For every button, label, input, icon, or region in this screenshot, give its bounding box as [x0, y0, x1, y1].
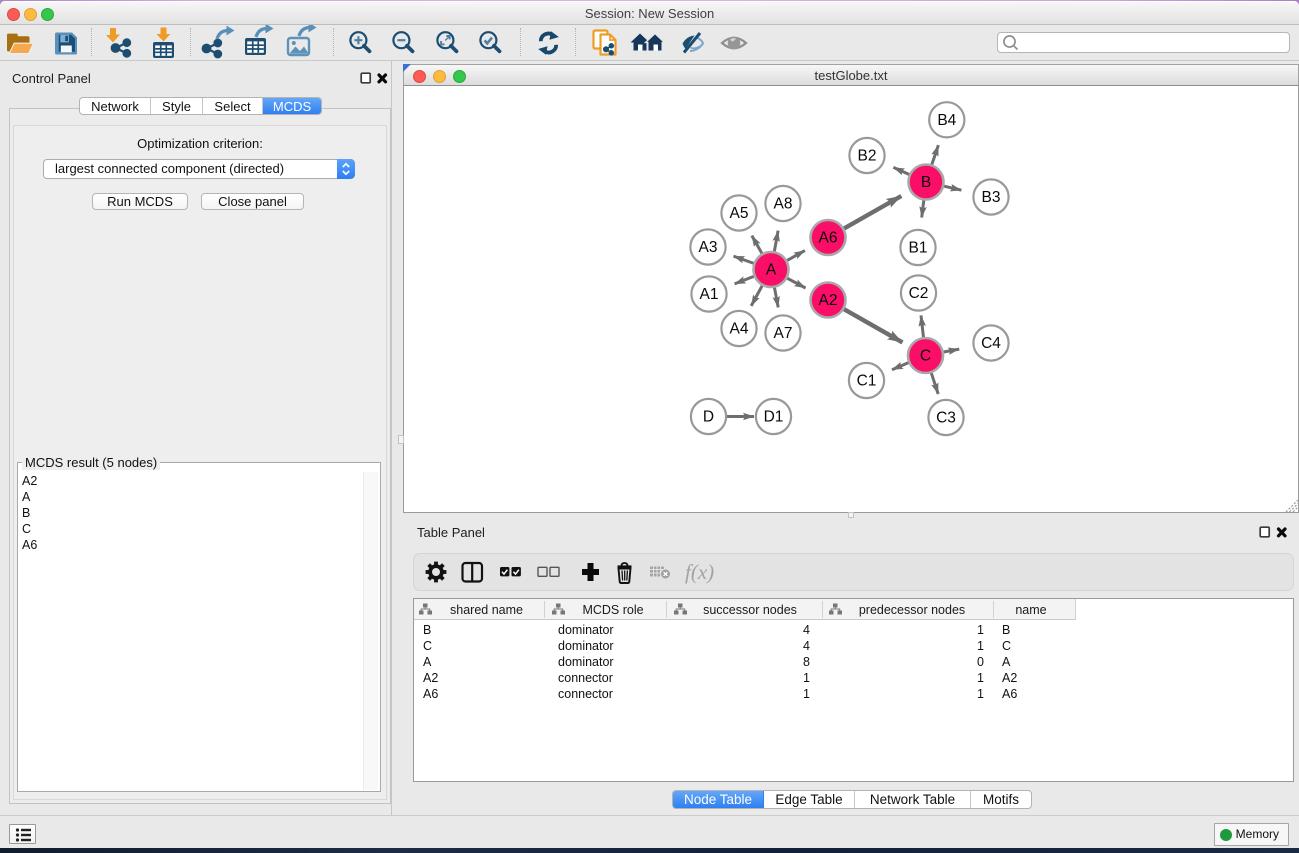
svg-text:A1: A1 [700, 286, 719, 303]
svg-text:B2: B2 [858, 148, 877, 165]
svg-text:A4: A4 [730, 321, 749, 338]
svg-text:C2: C2 [909, 285, 929, 302]
svg-text:C: C [920, 348, 931, 365]
svg-text:A3: A3 [699, 239, 718, 256]
svg-text:A6: A6 [819, 230, 838, 247]
svg-text:B3: B3 [982, 189, 1001, 206]
svg-text:A2: A2 [819, 292, 838, 309]
svg-text:D: D [703, 409, 714, 426]
svg-text:D1: D1 [764, 409, 784, 426]
svg-text:C3: C3 [936, 410, 956, 427]
svg-text:A: A [766, 262, 777, 279]
svg-text:B: B [921, 174, 931, 191]
svg-text:C1: C1 [857, 373, 877, 390]
svg-text:A5: A5 [730, 205, 749, 222]
svg-text:A8: A8 [774, 196, 793, 213]
svg-text:B4: B4 [937, 112, 956, 129]
svg-text:B1: B1 [909, 240, 928, 257]
svg-text:f(x): f(x) [685, 560, 714, 584]
svg-text:C4: C4 [981, 335, 1001, 352]
svg-text:A7: A7 [774, 325, 793, 342]
